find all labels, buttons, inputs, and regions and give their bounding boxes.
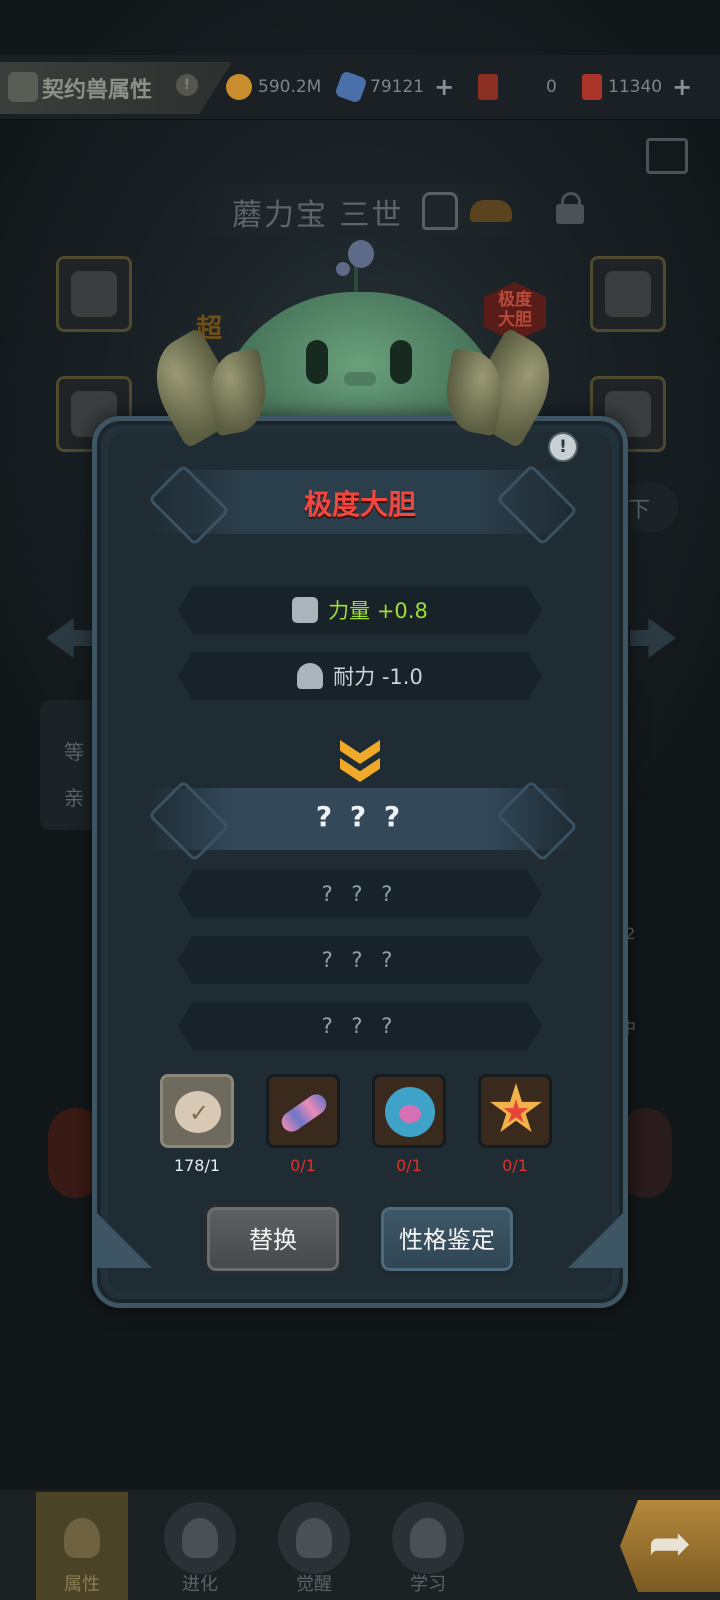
title-info-icon[interactable]: ! [176, 74, 198, 96]
item-count: 0/1 [502, 1156, 528, 1175]
resource-card-a-value: 0 [546, 77, 557, 97]
item-slot [372, 1074, 446, 1148]
evolve-arrow-icon [164, 1502, 236, 1574]
nav-tab-evolve[interactable]: 进化 [154, 1492, 246, 1600]
unknown-stat-row: ? ? ? [178, 936, 542, 984]
resource-gold-value: 590.2M [258, 77, 322, 97]
paw-icon [46, 1502, 118, 1574]
item-count: 178/1 [173, 1156, 221, 1175]
pet-mouth [344, 372, 376, 386]
item-slot [478, 1074, 552, 1148]
result-title: ? ? ? [315, 800, 405, 833]
personality-title: 极度大胆 [303, 488, 416, 521]
check-mark: ✓ [189, 1099, 210, 1127]
dialog-info-button[interactable]: ! [548, 432, 578, 462]
pet-bulb [348, 240, 374, 268]
item-slot [266, 1074, 340, 1148]
red-ticket-icon [582, 74, 602, 100]
red-card-icon [478, 74, 498, 100]
candy-roll-item[interactable]: 0/1 [264, 1074, 342, 1175]
pet-eye-right [390, 340, 412, 384]
bg-fragment-left-1: 等 [64, 740, 84, 764]
item-count: 0/1 [290, 1156, 316, 1175]
share-icon[interactable] [646, 138, 688, 174]
item-slot: ✓ [160, 1074, 234, 1148]
equip-slot-ring[interactable] [590, 256, 666, 332]
pet-name: 蘑力宝 三世 [232, 198, 404, 233]
striped-candy-icon [277, 1090, 331, 1136]
appraise-button[interactable]: 性格鉴定 [378, 1204, 516, 1274]
star-cookie-item[interactable]: 0/1 [476, 1074, 554, 1175]
pet-hand-icon [8, 72, 38, 102]
resource-card-a: 0 [478, 72, 557, 102]
forward-arrow-icon: ➦ [648, 1514, 692, 1574]
pet-bulb-small [336, 262, 350, 276]
glove-icon [422, 192, 458, 230]
paw-pad [399, 1105, 421, 1123]
stat-row-strength: 力量 +0.8 [178, 586, 542, 634]
stat-text: 力量 +0.8 [328, 599, 428, 623]
add-gem-button[interactable]: + [434, 73, 454, 101]
bear-candy-item[interactable]: ✓ 178/1 [158, 1074, 236, 1175]
claw-icon [392, 1502, 464, 1574]
nav-tab-attributes[interactable]: 属性 [36, 1492, 128, 1600]
lock-icon[interactable] [556, 192, 584, 224]
resource-gold: 590.2M [226, 72, 321, 102]
stat-row-stamina: 耐力 -1.0 [178, 652, 542, 700]
replace-button[interactable]: 替换 [204, 1204, 342, 1274]
fox-mask-icon [278, 1502, 350, 1574]
unknown-stat-row: ? ? ? [178, 1002, 542, 1050]
nav-tab-learn[interactable]: 学习 [382, 1492, 474, 1600]
stat-text: 耐力 -1.0 [333, 665, 423, 689]
shield-man-icon [297, 663, 324, 689]
chevron-down-icon [340, 740, 380, 788]
fist-icon [292, 597, 319, 623]
go-button[interactable]: ➦ [620, 1500, 720, 1592]
nav-tab-awaken[interactable]: 觉醒 [268, 1492, 360, 1600]
gold-coin-icon [226, 74, 252, 100]
badge-line-2: 大胆 [498, 310, 532, 330]
paw-jelly-item[interactable]: 0/1 [370, 1074, 448, 1175]
resource-card-b: 11340 + [582, 72, 692, 102]
blue-crystal-icon [334, 70, 368, 104]
equip-slot-weapon[interactable] [56, 256, 132, 332]
resource-card-b-value: 11340 [608, 77, 663, 97]
pet-eye-left [306, 340, 328, 384]
cloud-element-icon [470, 200, 512, 222]
resource-gem-value: 79121 [370, 77, 425, 97]
unknown-stat-row: ? ? ? [178, 870, 542, 918]
page-title: 契约兽属性 [42, 78, 153, 103]
badge-line-1: 极度 [498, 290, 532, 310]
item-count: 0/1 [396, 1156, 422, 1175]
resource-gem: 79121 + [334, 70, 454, 104]
add-ticket-button[interactable]: + [672, 73, 692, 101]
